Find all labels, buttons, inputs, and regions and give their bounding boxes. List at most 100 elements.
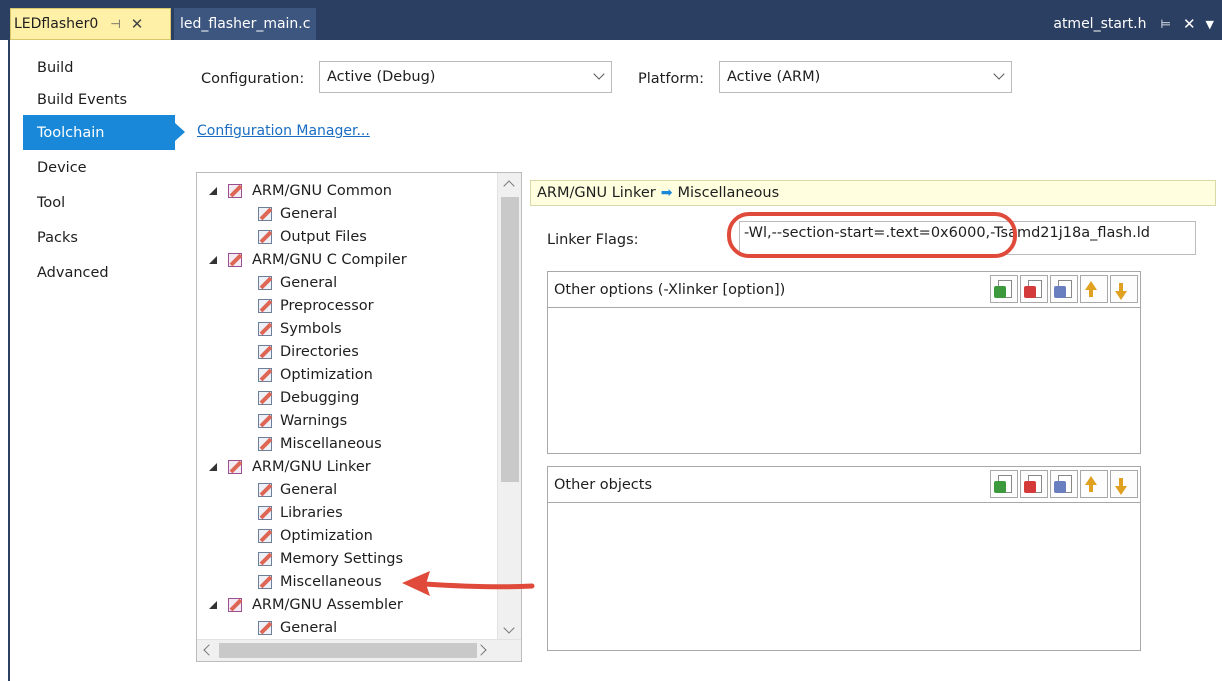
property-page-icon <box>257 297 275 314</box>
nav-item-build-events[interactable]: Build Events <box>10 85 180 115</box>
breadcrumb-parent: ARM/GNU Linker <box>537 185 656 201</box>
property-page-icon <box>257 504 275 521</box>
tree-group-label: ARM/GNU Assembler <box>252 596 403 613</box>
edit-item-button[interactable] <box>1050 275 1078 303</box>
chevron-down-icon[interactable]: ▼ <box>1206 18 1214 31</box>
scroll-up-icon[interactable] <box>503 180 515 192</box>
add-icon <box>994 286 1006 298</box>
tree-item[interactable]: Miscellaneous <box>197 432 497 455</box>
tree-item[interactable]: Preprocessor <box>197 294 497 317</box>
nav-item-advanced[interactable]: Advanced <box>10 255 180 290</box>
add-item-button[interactable] <box>990 275 1018 303</box>
configuration-value: Active (Debug) <box>327 69 436 85</box>
chevron-down-icon <box>993 68 1005 80</box>
move-up-button[interactable] <box>1080 470 1108 498</box>
delete-item-button[interactable] <box>1020 470 1048 498</box>
tree-item[interactable]: Optimization <box>197 363 497 386</box>
tree-item-label: Warnings <box>280 412 348 429</box>
tree-item-label: General <box>280 274 338 291</box>
platform-select[interactable]: Active (ARM) <box>719 61 1012 93</box>
tab-led-flasher-main[interactable]: led_flasher_main.c <box>174 8 317 40</box>
tree-group-label: ARM/GNU Linker <box>252 458 371 475</box>
other-options-toolbar <box>988 275 1138 303</box>
annotation-highlight-ellipse <box>727 212 1017 258</box>
properties-nav: Build Build Events Toolchain Device Tool… <box>10 50 185 290</box>
tree-item-label: Optimization <box>280 527 373 544</box>
expand-triangle-icon[interactable] <box>209 186 227 195</box>
pin-icon[interactable]: ⊣ <box>110 17 120 31</box>
tab-atmel-start[interactable]: atmel_start.h ⊨ ✕ ▼ <box>1053 8 1214 40</box>
property-page-icon <box>257 343 275 360</box>
delete-item-button[interactable] <box>1020 275 1048 303</box>
expand-triangle-icon[interactable] <box>209 255 227 264</box>
tab-right-label: atmel_start.h <box>1053 16 1147 32</box>
arrow-up-stem <box>1089 289 1093 297</box>
move-up-button[interactable] <box>1080 275 1108 303</box>
other-objects-header: Other objects <box>548 467 1140 503</box>
scroll-down-icon[interactable] <box>503 622 515 634</box>
expand-triangle-icon[interactable] <box>209 600 227 609</box>
tree-item[interactable]: Debugging <box>197 386 497 409</box>
tree-item[interactable]: Output Files <box>197 225 497 248</box>
move-down-button[interactable] <box>1110 275 1138 303</box>
other-options-label: Other options (-Xlinker [option]) <box>554 281 786 298</box>
property-page-icon <box>257 389 275 406</box>
tree-group[interactable]: ARM/GNU C Compiler <box>197 248 497 271</box>
tree-item-label: General <box>280 205 338 222</box>
property-page-icon <box>257 320 275 337</box>
scroll-thumb[interactable] <box>219 643 477 658</box>
scroll-left-icon[interactable] <box>203 644 215 656</box>
property-page-icon <box>227 596 247 614</box>
configuration-select[interactable]: Active (Debug) <box>319 61 612 93</box>
tree-group[interactable]: ARM/GNU Linker <box>197 455 497 478</box>
arrow-down-stem <box>1119 283 1123 291</box>
tree-horizontal-scrollbar[interactable] <box>197 639 521 661</box>
tree-item[interactable]: General <box>197 271 497 294</box>
tree-item[interactable]: Warnings <box>197 409 497 432</box>
chevron-down-icon <box>593 68 605 80</box>
add-item-button[interactable] <box>990 470 1018 498</box>
tree-item[interactable]: Libraries <box>197 501 497 524</box>
edit-item-button[interactable] <box>1050 470 1078 498</box>
property-page-icon <box>257 481 275 498</box>
nav-item-toolchain[interactable]: Toolchain <box>23 115 185 150</box>
scroll-right-icon[interactable] <box>475 644 487 656</box>
arrow-down-icon <box>1115 486 1127 495</box>
nav-item-build[interactable]: Build <box>10 50 180 85</box>
scroll-thumb[interactable] <box>501 197 519 482</box>
tree-item[interactable]: General <box>197 478 497 501</box>
linker-flags-label: Linker Flags: <box>547 232 639 248</box>
close-icon[interactable]: ✕ <box>131 15 144 33</box>
property-page-icon <box>257 435 275 452</box>
tree-group-label: ARM/GNU Common <box>252 182 393 199</box>
arrow-down-stem <box>1119 478 1123 486</box>
tree-group-label: ARM/GNU C Compiler <box>252 251 407 268</box>
property-page-icon <box>257 366 275 383</box>
platform-value: Active (ARM) <box>727 69 821 85</box>
nav-item-packs[interactable]: Packs <box>10 220 180 255</box>
nav-item-device[interactable]: Device <box>10 150 180 185</box>
property-page-icon <box>227 458 247 476</box>
expand-triangle-icon[interactable] <box>209 462 227 471</box>
configuration-manager-link[interactable]: Configuration Manager... <box>197 123 370 139</box>
property-page-icon <box>257 527 275 544</box>
close-icon[interactable]: ✕ <box>1183 15 1196 33</box>
arrow-right-icon: ➡ <box>660 185 673 201</box>
tree-item[interactable]: General <box>197 616 497 639</box>
tree-item[interactable]: Symbols <box>197 317 497 340</box>
property-page-icon <box>257 550 275 567</box>
move-down-button[interactable] <box>1110 470 1138 498</box>
tab-file-label: led_flasher_main.c <box>180 16 311 32</box>
other-objects-group: Other objects <box>547 466 1141 651</box>
tab-project-properties[interactable]: LEDflasher0 ⊣ ✕ <box>10 8 171 40</box>
tree-item[interactable]: General <box>197 202 497 225</box>
tree-item[interactable]: Directories <box>197 340 497 363</box>
delete-icon <box>1024 286 1036 298</box>
tree-group[interactable]: ARM/GNU Common <box>197 179 497 202</box>
tree-item-label: Directories <box>280 343 359 360</box>
property-page-icon <box>257 205 275 222</box>
tree-item-label: Symbols <box>280 320 342 337</box>
tree-item[interactable]: Optimization <box>197 524 497 547</box>
nav-item-tool[interactable]: Tool <box>10 185 180 220</box>
pin-icon[interactable]: ⊨ <box>1161 17 1171 31</box>
